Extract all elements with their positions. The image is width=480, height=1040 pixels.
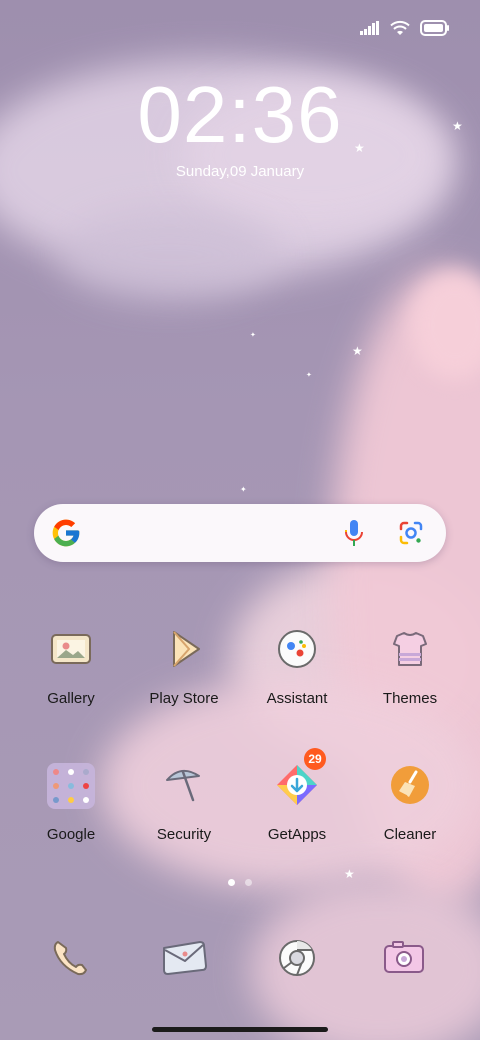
app-label: Google — [46, 826, 96, 843]
themes-icon — [393, 632, 427, 666]
page-dot-2[interactable] — [245, 879, 252, 886]
clock-date[interactable]: Sunday,09 January — [0, 163, 480, 180]
google-folder-icon — [47, 763, 95, 809]
gallery-icon — [51, 634, 91, 664]
dock-camera[interactable] — [373, 928, 433, 988]
app-play-store[interactable]: Play Store — [129, 624, 239, 707]
app-security[interactable]: Security — [129, 760, 239, 843]
google-g-icon — [52, 519, 80, 547]
notification-badge: 29 — [304, 748, 326, 770]
clock-time[interactable]: 02:36 — [0, 70, 480, 160]
dock-messages[interactable] — [154, 928, 214, 988]
play-store-icon — [173, 631, 200, 667]
app-label: Themes — [382, 690, 438, 707]
signal-icon — [360, 21, 379, 35]
app-label: Security — [156, 826, 212, 843]
app-assistant[interactable]: Assistant — [242, 624, 352, 707]
chrome-icon — [279, 940, 315, 976]
app-getapps[interactable]: 29 GetApps — [242, 748, 352, 843]
cleaner-icon — [391, 766, 429, 804]
page-dot-1[interactable] — [228, 879, 235, 886]
dock-chrome[interactable] — [267, 928, 327, 988]
camera-icon — [384, 941, 424, 973]
app-label: Play Store — [149, 690, 219, 707]
wifi-icon — [390, 20, 410, 35]
google-search-bar[interactable] — [34, 504, 446, 562]
app-label: Gallery — [47, 690, 95, 707]
app-cleaner[interactable]: Cleaner — [355, 760, 465, 843]
status-bar — [360, 14, 450, 42]
app-label: GetApps — [267, 826, 327, 843]
dock-phone[interactable] — [40, 928, 100, 988]
app-themes[interactable]: Themes — [355, 624, 465, 707]
messages-icon — [163, 941, 207, 975]
page-indicator — [0, 879, 480, 886]
app-label: Assistant — [266, 690, 328, 707]
home-indicator[interactable] — [152, 1027, 328, 1032]
app-label: Cleaner — [383, 826, 437, 843]
lens-icon[interactable] — [398, 520, 424, 546]
security-icon — [166, 769, 200, 802]
phone-icon — [53, 941, 87, 976]
mic-icon[interactable] — [342, 519, 366, 547]
app-gallery[interactable]: Gallery — [16, 624, 126, 707]
assistant-icon — [278, 630, 316, 668]
app-google-folder[interactable]: Google — [16, 760, 126, 843]
battery-icon — [420, 20, 449, 36]
